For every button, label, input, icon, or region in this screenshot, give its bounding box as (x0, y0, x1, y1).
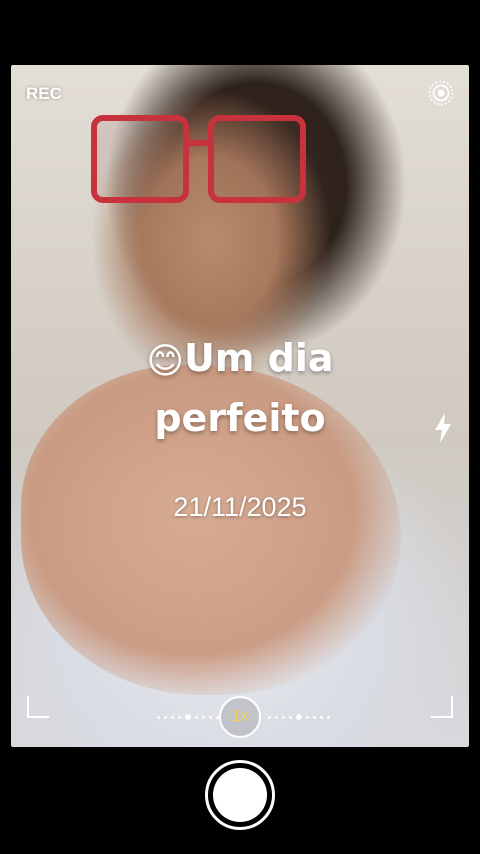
zoom-track-right[interactable] (268, 714, 330, 720)
date-label: 21/11/2025 (173, 492, 307, 522)
preview-glasses (91, 115, 306, 205)
zoom-button[interactable]: 1x (219, 696, 261, 738)
rec-label: REC (26, 84, 62, 103)
flash-bolt-icon[interactable] (432, 412, 454, 444)
shutter-inner (213, 768, 267, 822)
frame-corner-bottom-right (431, 696, 453, 718)
zoom-track-left[interactable] (157, 714, 219, 720)
story-caption: 😊Um dia perfeito (0, 330, 480, 446)
frame-corner-bottom-left (27, 696, 49, 718)
live-photo-icon[interactable] (428, 80, 454, 106)
caption-line-2: perfeito (154, 396, 326, 440)
smile-emoji-icon: 😊 (146, 341, 184, 382)
caption-line-1: Um dia (183, 336, 334, 380)
shutter-button[interactable] (205, 760, 275, 830)
